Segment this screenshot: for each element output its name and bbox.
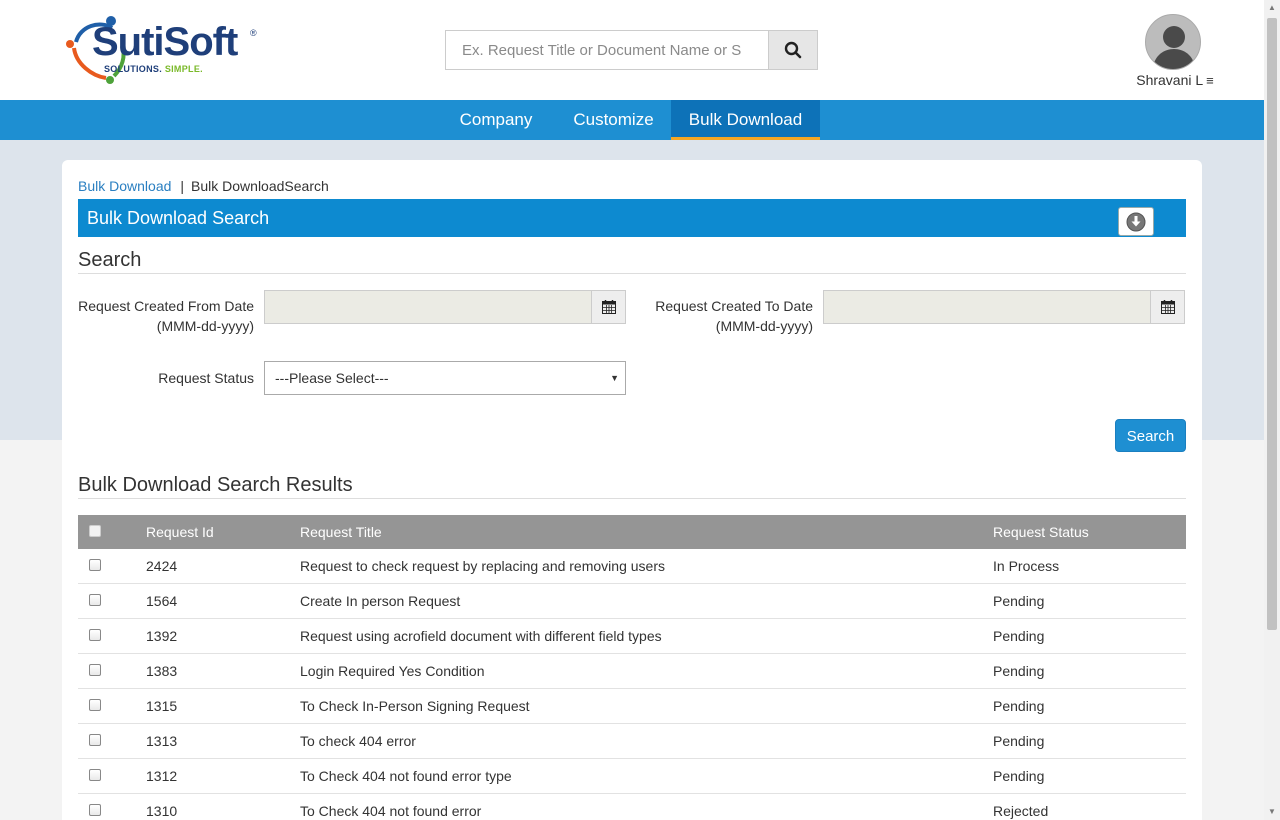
breadcrumb-separator: | — [180, 178, 185, 194]
table-row[interactable]: 1313 To check 404 error Pending — [78, 724, 1186, 759]
request-status-cell: Pending — [993, 593, 1045, 609]
main-nav: Company Customize Bulk Download — [0, 100, 1264, 140]
request-title-cell: To Check 404 not found error — [300, 803, 482, 819]
from-date-calendar-button[interactable] — [591, 290, 626, 324]
registered-mark: ® — [250, 28, 257, 38]
sutisoft-logo[interactable]: SutiSoft ® SOLUTIONS. SIMPLE. — [64, 12, 264, 88]
row-checkbox[interactable] — [89, 769, 101, 781]
to-date-calendar-button[interactable] — [1150, 290, 1185, 324]
request-id-cell: 1313 — [146, 733, 178, 749]
request-status-cell: Pending — [993, 628, 1045, 644]
request-status-selected: ---Please Select--- — [275, 370, 389, 386]
to-date-field[interactable] — [823, 290, 1151, 324]
user-name: Shravani L — [1136, 72, 1204, 88]
global-search-input[interactable] — [446, 31, 769, 69]
row-checkbox[interactable] — [89, 594, 101, 606]
request-title-cell: To check 404 error — [300, 733, 416, 749]
global-search — [445, 30, 818, 70]
request-id-cell: 1315 — [146, 698, 178, 714]
request-title-cell: Create In person Request — [300, 593, 461, 609]
row-checkbox[interactable] — [89, 559, 101, 571]
request-status-cell: Pending — [993, 733, 1045, 749]
search-icon — [784, 41, 802, 59]
results-section-title: Bulk Download Search Results — [78, 474, 353, 496]
column-header-request-id[interactable]: Request Id — [146, 515, 214, 549]
table-row[interactable]: 2424 Request to check request by replacin… — [78, 549, 1186, 584]
column-header-request-status[interactable]: Request Status — [993, 515, 1089, 549]
user-silhouette-icon — [1152, 26, 1196, 69]
divider — [78, 498, 1186, 499]
table-header: Request Id Request Title Request Status — [78, 515, 1186, 549]
table-body: 2424 Request to check request by replacin… — [78, 549, 1186, 820]
logo-wordmark: SutiSoft — [92, 20, 238, 64]
request-status-cell: Pending — [993, 768, 1045, 784]
request-status-cell: In Process — [993, 558, 1060, 574]
breadcrumb: Bulk Download | Bulk DownloadSearch — [78, 178, 329, 194]
request-status-cell: Rejected — [993, 803, 1049, 819]
request-id-cell: 1564 — [146, 593, 178, 609]
breadcrumb-bulk-download[interactable]: Bulk Download — [78, 178, 171, 194]
calendar-icon — [601, 300, 616, 314]
hamburger-icon: ≡ — [1206, 73, 1214, 88]
results-table: Request Id Request Title Request Status … — [78, 515, 1186, 820]
request-id-cell: 1312 — [146, 768, 178, 784]
row-checkbox[interactable] — [89, 629, 101, 641]
row-checkbox[interactable] — [89, 664, 101, 676]
to-date-label: Request Created To Date (MMM-dd-yyyy) — [655, 298, 813, 334]
request-title-cell: Request to check request by replacing an… — [300, 558, 665, 574]
request-id-cell: 1392 — [146, 628, 178, 644]
user-avatar[interactable] — [1145, 14, 1201, 70]
table-row[interactable]: 1315 To Check In-Person Signing Request Pe… — [78, 689, 1186, 724]
download-icon — [1126, 212, 1146, 231]
scrollbar-thumb[interactable] — [1267, 18, 1277, 630]
request-id-cell: 1310 — [146, 803, 178, 819]
calendar-icon — [1160, 300, 1175, 314]
column-header-request-title[interactable]: Request Title — [300, 515, 382, 549]
logo-tagline: SOLUTIONS. SIMPLE. — [104, 64, 203, 74]
table-row[interactable]: 1564 Create In person Request Pending — [78, 584, 1186, 619]
download-button[interactable] — [1118, 207, 1154, 236]
nav-customize[interactable]: Customize — [557, 100, 670, 140]
table-row[interactable]: 1312 To Check 404 not found error type Pen… — [78, 759, 1186, 794]
request-id-cell: 2424 — [146, 558, 178, 574]
from-date-label: Request Created From Date (MMM-dd-yyyy) — [78, 298, 254, 334]
scroll-down-icon[interactable]: ▼ — [1264, 804, 1280, 820]
content-card: Bulk Download | Bulk DownloadSearch Bulk D… — [62, 160, 1202, 820]
request-status-cell: Pending — [993, 698, 1045, 714]
nav-company[interactable]: Company — [443, 100, 549, 140]
request-id-cell: 1383 — [146, 663, 178, 679]
global-search-button[interactable] — [768, 31, 817, 69]
panel-title-bar: Bulk Download Search — [78, 199, 1186, 237]
request-title-cell: Login Required Yes Condition — [300, 663, 485, 679]
table-row[interactable]: 1310 To Check 404 not found error Rejected — [78, 794, 1186, 820]
table-row[interactable]: 1383 Login Required Yes Condition Pending — [78, 654, 1186, 689]
row-checkbox[interactable] — [89, 734, 101, 746]
request-status-cell: Pending — [993, 663, 1045, 679]
dropdown-arrow-icon: ▼ — [610, 373, 619, 383]
request-title-cell: To Check 404 not found error type — [300, 768, 512, 784]
from-date-field[interactable] — [264, 290, 592, 324]
table-row[interactable]: 1392 Request using acrofield document wit… — [78, 619, 1186, 654]
user-menu[interactable]: Shravani L ≡ — [1110, 72, 1240, 88]
request-title-cell: Request using acrofield document with di… — [300, 628, 662, 644]
row-checkbox[interactable] — [89, 804, 101, 816]
search-button[interactable]: Search — [1115, 419, 1186, 452]
select-all-checkbox[interactable] — [89, 525, 101, 537]
request-status-select[interactable]: ---Please Select--- ▼ — [264, 361, 626, 395]
panel-title: Bulk Download Search — [87, 208, 270, 228]
breadcrumb-current: Bulk DownloadSearch — [191, 178, 329, 194]
request-title-cell: To Check In-Person Signing Request — [300, 698, 530, 714]
to-date-input[interactable] — [824, 291, 1150, 323]
app-header: SutiSoft ® SOLUTIONS. SIMPLE. Shravani L… — [0, 0, 1264, 100]
from-date-input[interactable] — [265, 291, 591, 323]
search-section-title: Search — [78, 249, 142, 271]
nav-bulk-download[interactable]: Bulk Download — [671, 100, 820, 140]
row-checkbox[interactable] — [89, 699, 101, 711]
scroll-up-icon[interactable]: ▲ — [1264, 0, 1280, 16]
request-status-label: Request Status — [158, 370, 254, 386]
page-scrollbar[interactable]: ▲ ▼ — [1264, 0, 1280, 820]
divider — [78, 273, 1186, 274]
